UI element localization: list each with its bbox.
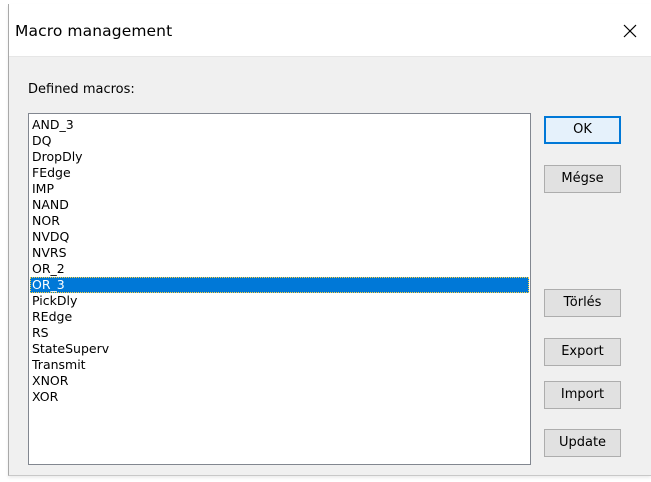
ok-button[interactable]: OK	[544, 116, 621, 144]
macro-list-item[interactable]: DQ	[30, 133, 529, 149]
export-button[interactable]: Export	[544, 338, 621, 366]
delete-button[interactable]: Törlés	[544, 289, 621, 317]
import-button[interactable]: Import	[544, 381, 621, 409]
macro-list-item[interactable]: DropDly	[30, 149, 529, 165]
close-button[interactable]	[617, 18, 643, 44]
macro-list-item[interactable]: REdge	[30, 309, 529, 325]
cancel-button[interactable]: Mégse	[544, 165, 621, 193]
macro-list-item[interactable]: NOR	[30, 213, 529, 229]
macro-list-item[interactable]: FEdge	[30, 165, 529, 181]
macro-list-item[interactable]: OR_2	[30, 261, 529, 277]
macro-list-item[interactable]: OR_3	[30, 277, 529, 293]
macro-list-item[interactable]: PickDly	[30, 293, 529, 309]
macro-list-item[interactable]: IMP	[30, 181, 529, 197]
close-icon	[623, 24, 637, 38]
macro-list-item[interactable]: XOR	[30, 389, 529, 405]
macro-list-item[interactable]: XNOR	[30, 373, 529, 389]
macro-management-dialog: Macro management Defined macros: AND_3 DQ…	[8, 4, 651, 476]
macro-list-item[interactable]: StateSuperv	[30, 341, 529, 357]
macro-list-item[interactable]: AND_3	[30, 117, 529, 133]
macro-list-item[interactable]: RS	[30, 325, 529, 341]
window-title: Macro management	[15, 22, 173, 40]
defined-macros-label: Defined macros:	[28, 82, 135, 97]
page: Macro management Defined macros: AND_3 DQ…	[0, 0, 651, 482]
macro-list-item[interactable]: NVDQ	[30, 229, 529, 245]
update-button[interactable]: Update	[544, 429, 621, 457]
macro-list-item[interactable]: NAND	[30, 197, 529, 213]
macro-list-item[interactable]: NVRS	[30, 245, 529, 261]
macro-listbox[interactable]: AND_3 DQ DropDly FEdge IMP NAND NOR NVDQ NVRS OR_…	[28, 113, 531, 465]
macro-list-item[interactable]: Transmit	[30, 357, 529, 373]
title-bar: Macro management	[9, 4, 651, 57]
